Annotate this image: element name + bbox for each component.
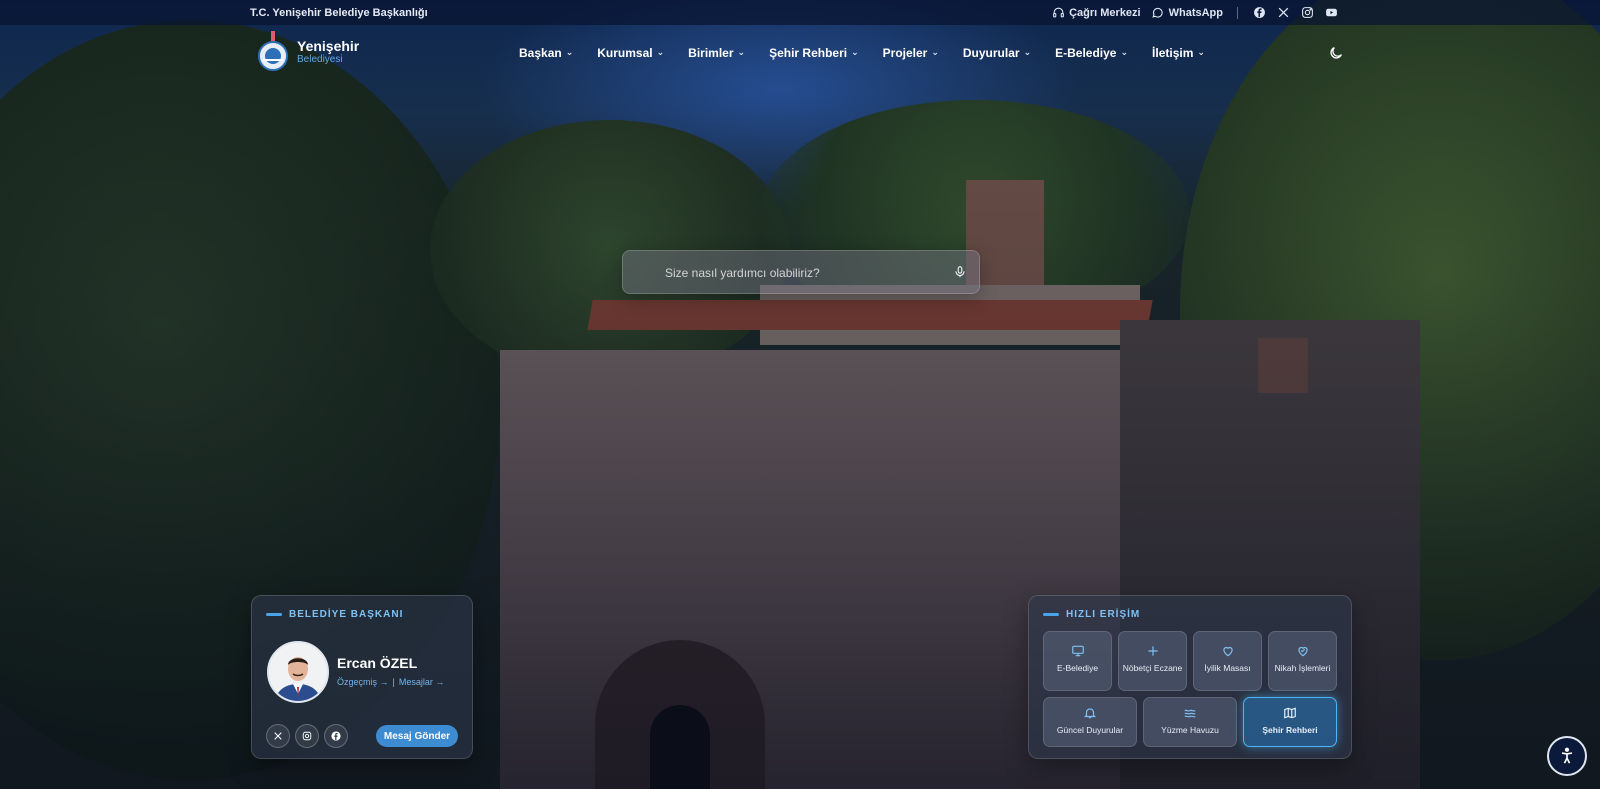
nav-item-sehir-rehberi[interactable]: Şehir Rehberi ⌄ — [769, 46, 859, 60]
nav-label: E-Belediye — [1055, 46, 1117, 60]
whatsapp-icon — [1151, 6, 1165, 20]
whatsapp-label: WhatsApp — [1168, 6, 1223, 19]
whatsapp-link[interactable]: WhatsApp — [1151, 6, 1223, 20]
main-nav: Başkan ⌄ Kurumsal ⌄ Birimler ⌄ Şehir Rehber… — [519, 46, 1229, 60]
instagram-icon[interactable] — [295, 724, 319, 748]
search-box — [622, 250, 980, 294]
site-logo[interactable]: Yenişehir Belediyesi — [255, 31, 359, 73]
headset-icon — [1051, 6, 1065, 20]
send-message-button[interactable]: Mesaj Gönder — [376, 725, 458, 747]
rings-heart-icon — [1297, 646, 1308, 657]
chevron-down-icon: ⌄ — [565, 46, 574, 57]
nav-label: Kurumsal — [597, 46, 653, 60]
biography-link[interactable]: Özgeçmiş → — [337, 677, 389, 687]
hero-background — [0, 0, 1600, 789]
quick-label: Yüzme Havuzu — [1161, 725, 1219, 735]
call-center-label: Çağrı Merkezi — [1069, 6, 1141, 19]
logo-subtitle: Belediyesi — [297, 53, 343, 65]
call-center-link[interactable]: Çağrı Merkezi — [1051, 6, 1141, 20]
instagram-icon[interactable] — [1300, 6, 1314, 20]
top-bar: T.C. Yenişehir Belediye Başkanlığı Çağrı… — [0, 0, 1600, 25]
quick-nobetci-eczane-button[interactable]: Nöbetçi Eczane — [1118, 631, 1187, 691]
nav-item-duyurular[interactable]: Duyurular ⌄ — [963, 46, 1031, 60]
facebook-icon[interactable] — [1252, 6, 1266, 20]
panel-title: HIZLI ERİŞİM — [1043, 609, 1140, 620]
chevron-down-icon: ⌄ — [737, 46, 746, 57]
x-icon[interactable] — [266, 724, 290, 748]
monitor-icon — [1071, 645, 1084, 657]
link-separator: | — [392, 677, 395, 687]
facebook-icon[interactable] — [324, 724, 348, 748]
messages-link[interactable]: Mesajlar → — [399, 677, 445, 687]
quick-guncel-duyurular-button[interactable]: Güncel Duyurular — [1043, 697, 1137, 747]
nav-label: Projeler — [882, 46, 928, 60]
quick-label: Nikah İşlemleri — [1274, 663, 1331, 673]
quick-label: E-Belediye — [1056, 663, 1099, 673]
nav-item-kurumsal[interactable]: Kurumsal ⌄ — [597, 46, 664, 60]
quick-e-belediye-button[interactable]: E-Belediye — [1043, 631, 1112, 691]
nav-label: Şehir Rehberi — [769, 46, 848, 60]
chevron-down-icon: ⌄ — [1197, 46, 1205, 57]
quick-label: Güncel Duyurular — [1056, 725, 1124, 735]
x-icon[interactable] — [1276, 6, 1290, 20]
quick-label: Nöbetçi Eczane — [1122, 663, 1183, 673]
nav-label: İletişim — [1152, 46, 1194, 60]
chevron-down-icon: ⌄ — [1023, 46, 1032, 57]
quick-sehir-rehberi-button[interactable]: Şehir Rehberi — [1243, 697, 1337, 747]
search-input[interactable] — [663, 262, 937, 284]
quick-label: İyilik Masası — [1204, 663, 1251, 673]
nav-item-baskan[interactable]: Başkan ⌄ — [519, 46, 573, 60]
mayor-name: Ercan ÖZEL — [337, 655, 418, 671]
nav-item-projeler[interactable]: Projeler ⌄ — [883, 46, 939, 60]
chevron-down-icon: ⌄ — [1120, 46, 1129, 57]
nav-label: Birimler — [688, 46, 734, 60]
waves-icon — [1184, 709, 1196, 718]
nav-label: Duyurular — [962, 46, 1020, 60]
divider — [1237, 6, 1238, 19]
nav-item-e-belediye[interactable]: E-Belediye ⌄ — [1055, 46, 1128, 60]
plus-icon — [1147, 646, 1158, 656]
logo-name: Yenişehir — [297, 37, 360, 54]
municipality-emblem-icon — [255, 31, 291, 73]
nav-item-birimler[interactable]: Birimler ⌄ — [688, 46, 745, 60]
chevron-down-icon: ⌄ — [931, 46, 939, 57]
mayor-panel-title: BELEDİYE BAŞKANI — [289, 609, 404, 620]
avatar[interactable] — [267, 641, 329, 703]
quick-iyilik-masasi-button[interactable]: İyilik Masası — [1193, 631, 1262, 691]
quick-yuzme-havuzu-button[interactable]: Yüzme Havuzu — [1143, 697, 1237, 747]
moon-icon[interactable] — [1328, 45, 1344, 61]
microphone-icon[interactable] — [953, 264, 967, 280]
map-icon — [1284, 707, 1296, 719]
quick-nikah-islemleri-button[interactable]: Nikah İşlemleri — [1268, 631, 1337, 691]
chevron-down-icon: ⌄ — [656, 46, 665, 57]
heart-icon — [1222, 646, 1233, 657]
quick-label: Şehir Rehberi — [1262, 725, 1318, 735]
nav-item-iletisim[interactable]: İletişim ⌄ — [1152, 46, 1205, 60]
mayor-links: Özgeçmiş → | Mesajlar → — [337, 677, 444, 687]
nav-label: Başkan — [519, 46, 562, 60]
youtube-icon[interactable] — [1324, 6, 1338, 20]
organization-name: T.C. Yenişehir Belediye Başkanlığı — [250, 7, 428, 19]
panel-title: BELEDİYE BAŞKANI — [266, 609, 403, 620]
quick-access-title: HIZLI ERİŞİM — [1066, 609, 1141, 620]
accessibility-icon[interactable] — [1547, 736, 1587, 776]
chevron-down-icon: ⌄ — [851, 46, 859, 57]
quick-access-panel: HIZLI ERİŞİM E-Belediye Nöbetçi Eczane İ… — [1028, 595, 1352, 759]
mayor-panel: BELEDİYE BAŞKANI Ercan ÖZEL Özgeçmiş → |… — [251, 595, 473, 759]
bell-icon — [1083, 708, 1097, 719]
